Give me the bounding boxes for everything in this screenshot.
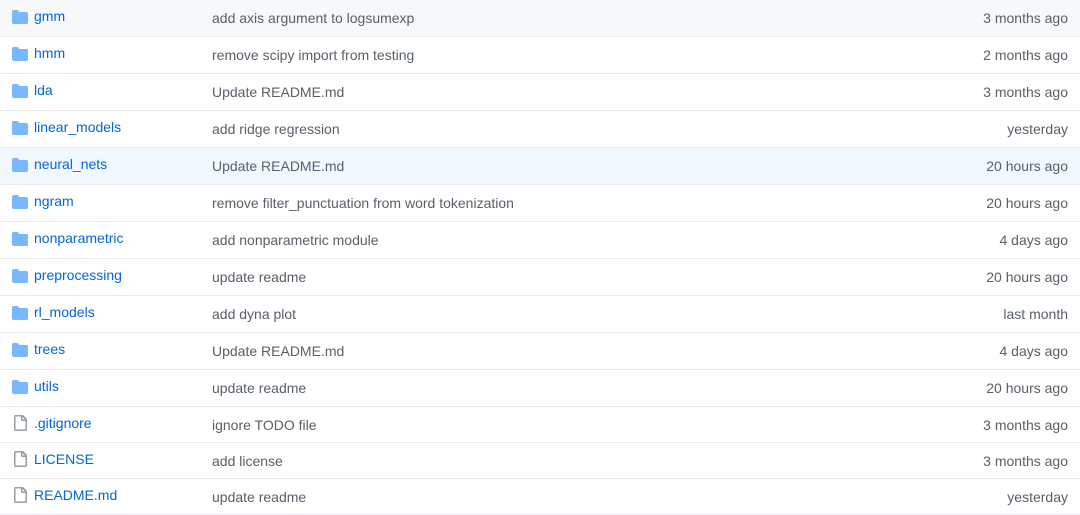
file-name: .gitignore — [34, 415, 92, 431]
commit-time: 3 months ago — [850, 407, 1080, 443]
file-name-cell: linear_models — [0, 111, 200, 148]
folder-icon — [12, 268, 28, 282]
folder-icon — [12, 305, 28, 319]
commit-time: 20 hours ago — [850, 259, 1080, 296]
file-link[interactable]: LICENSE — [12, 451, 94, 467]
commit-message: update readme — [200, 259, 850, 296]
commit-message: add license — [200, 443, 850, 479]
file-icon — [12, 451, 28, 467]
commit-message: add dyna plot — [200, 296, 850, 333]
file-link[interactable]: rl_models — [12, 304, 95, 320]
folder-icon — [12, 231, 28, 245]
commit-time: yesterday — [850, 479, 1080, 515]
commit-time: 3 months ago — [850, 443, 1080, 479]
file-name: preprocessing — [34, 267, 122, 283]
file-name-cell: nonparametric — [0, 222, 200, 259]
file-link[interactable]: .gitignore — [12, 415, 92, 431]
file-name-cell: utils — [0, 370, 200, 407]
file-name: utils — [34, 378, 59, 394]
file-link[interactable]: nonparametric — [12, 230, 124, 246]
file-name-cell: trees — [0, 333, 200, 370]
file-link[interactable]: gmm — [12, 8, 65, 24]
file-link[interactable]: linear_models — [12, 119, 121, 135]
file-link[interactable]: trees — [12, 341, 65, 357]
folder-icon — [12, 9, 28, 23]
file-name-cell: lda — [0, 74, 200, 111]
file-name-cell: .gitignore — [0, 407, 200, 443]
file-name: LICENSE — [34, 451, 94, 467]
folder-icon — [12, 120, 28, 134]
commit-message: update readme — [200, 479, 850, 515]
file-list: gmm add axis argument to logsumexp 3 mon… — [0, 0, 1080, 515]
commit-time: 4 days ago — [850, 222, 1080, 259]
file-name-cell: neural_nets — [0, 148, 200, 185]
file-link[interactable]: neural_nets — [12, 156, 107, 172]
file-name: lda — [34, 82, 53, 98]
folder-icon — [12, 83, 28, 97]
commit-time: 20 hours ago — [850, 148, 1080, 185]
file-name-cell: preprocessing — [0, 259, 200, 296]
commit-message: remove scipy import from testing — [200, 37, 850, 74]
folder-icon — [12, 342, 28, 356]
file-name-cell: README.md — [0, 479, 200, 515]
file-icon — [12, 415, 28, 431]
file-name: rl_models — [34, 304, 95, 320]
commit-time: last month — [850, 296, 1080, 333]
commit-message: Update README.md — [200, 74, 850, 111]
folder-icon — [12, 379, 28, 393]
file-link[interactable]: hmm — [12, 45, 65, 61]
file-link[interactable]: lda — [12, 82, 53, 98]
file-name: neural_nets — [34, 156, 107, 172]
file-name: trees — [34, 341, 65, 357]
commit-time: 2 months ago — [850, 37, 1080, 74]
file-link[interactable]: ngram — [12, 193, 74, 209]
commit-time: yesterday — [850, 111, 1080, 148]
file-name-cell: LICENSE — [0, 443, 200, 479]
folder-icon — [12, 194, 28, 208]
commit-message: Update README.md — [200, 333, 850, 370]
commit-time: 3 months ago — [850, 0, 1080, 37]
commit-time: 3 months ago — [850, 74, 1080, 111]
commit-message: Update README.md — [200, 148, 850, 185]
commit-message: add ridge regression — [200, 111, 850, 148]
file-name: gmm — [34, 8, 65, 24]
commit-message: add nonparametric module — [200, 222, 850, 259]
commit-time: 4 days ago — [850, 333, 1080, 370]
commit-message: update readme — [200, 370, 850, 407]
file-name-cell: gmm — [0, 0, 200, 37]
file-name-cell: rl_models — [0, 296, 200, 333]
file-name-cell: ngram — [0, 185, 200, 222]
folder-icon — [12, 157, 28, 171]
commit-message: remove filter_punctuation from word toke… — [200, 185, 850, 222]
file-link[interactable]: preprocessing — [12, 267, 122, 283]
file-name: linear_models — [34, 119, 121, 135]
file-name: hmm — [34, 45, 65, 61]
file-name: ngram — [34, 193, 74, 209]
file-name: nonparametric — [34, 230, 124, 246]
folder-icon — [12, 46, 28, 60]
commit-time: 20 hours ago — [850, 185, 1080, 222]
file-link[interactable]: utils — [12, 378, 59, 394]
commit-message: add axis argument to logsumexp — [200, 0, 850, 37]
commit-time: 20 hours ago — [850, 370, 1080, 407]
commit-message: ignore TODO file — [200, 407, 850, 443]
file-name-cell: hmm — [0, 37, 200, 74]
